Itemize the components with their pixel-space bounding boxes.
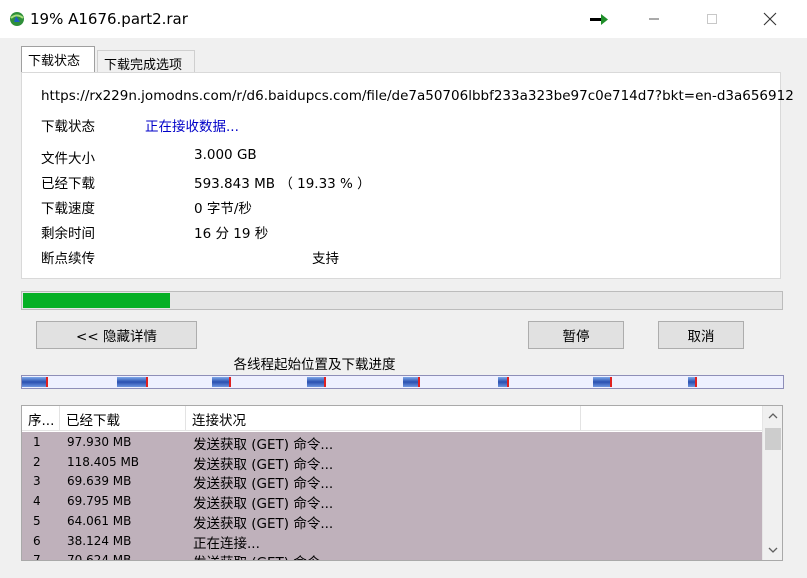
thread-marker-4 <box>324 377 326 387</box>
row-status: 发送获取 (GET) 命令... <box>193 476 334 492</box>
row-number: 7 <box>33 553 41 561</box>
details-panel: https://rx229n.jomodns.com/r/d6.baidupcs… <box>21 72 794 279</box>
download-url: https://rx229n.jomodns.com/r/d6.baidupcs… <box>41 88 794 104</box>
column-header-downloaded[interactable]: 已经下载 <box>60 406 186 431</box>
list-header: 序... 已经下载 连接状况 <box>22 406 762 431</box>
table-row[interactable]: 7 70.624 MB 发送获取 (GET) 命令... <box>22 550 762 561</box>
status-value: 正在接收数据... <box>145 119 239 135</box>
close-icon[interactable] <box>741 0 799 38</box>
column-header-status[interactable]: 连接状况 <box>186 406 581 431</box>
chevron-up-icon[interactable] <box>766 408 780 424</box>
scrollbar-thumb[interactable] <box>765 428 781 450</box>
table-row[interactable]: 4 69.795 MB 发送获取 (GET) 命令... <box>22 491 762 512</box>
file-size-label: 文件大小 <box>41 151 95 167</box>
downloaded-value: 593.843 MB （ 19.33 % ） <box>194 176 371 192</box>
row-downloaded: 70.624 MB <box>67 553 132 561</box>
thread-marker-7 <box>610 377 612 387</box>
tab-completion-options[interactable]: 下载完成选项 <box>97 50 195 73</box>
thread-marker-6 <box>507 377 509 387</box>
thread-marker-8 <box>695 377 697 387</box>
status-label: 下载状态 <box>41 119 95 135</box>
row-downloaded: 69.639 MB <box>67 474 132 488</box>
idm-globe-icon <box>8 10 26 28</box>
thread-marker-3 <box>229 377 231 387</box>
row-status: 发送获取 (GET) 命令... <box>193 496 334 512</box>
tab-download-status[interactable]: 下载状态 <box>21 46 95 72</box>
chevron-down-icon[interactable] <box>766 542 780 558</box>
connections-list[interactable]: 序... 已经下载 连接状况 1 97.930 MB 发送获取 (GET) 命令… <box>21 405 783 561</box>
row-number: 5 <box>33 514 41 528</box>
row-number: 1 <box>33 435 41 449</box>
file-size-value: 3.000 GB <box>194 147 257 163</box>
pause-button[interactable]: 暂停 <box>528 321 624 349</box>
speed-value: 0 字节/秒 <box>194 201 252 217</box>
arrow-icon[interactable] <box>570 0 628 38</box>
thread-progress-bar <box>21 375 784 389</box>
time-left-label: 剩余时间 <box>41 226 95 242</box>
thread-marker-2 <box>146 377 148 387</box>
table-row[interactable]: 2 118.405 MB 发送获取 (GET) 命令... <box>22 452 762 473</box>
resume-value: 支持 <box>312 251 339 267</box>
row-number: 3 <box>33 474 41 488</box>
hide-details-button[interactable]: << 隐藏详情 <box>36 321 197 349</box>
table-row[interactable]: 6 38.124 MB 正在连接... <box>22 531 762 552</box>
window-title: 19% A1676.part2.rar <box>30 10 188 28</box>
thread-segment-3 <box>212 377 230 387</box>
table-row[interactable]: 1 97.930 MB 发送获取 (GET) 命令... <box>22 432 762 453</box>
list-rows: 1 97.930 MB 发送获取 (GET) 命令... 2 118.405 M… <box>22 432 762 561</box>
minimize-icon[interactable] <box>625 0 683 38</box>
thread-marker-5 <box>418 377 420 387</box>
row-number: 6 <box>33 534 41 548</box>
resume-label: 断点续传 <box>41 251 95 267</box>
row-status: 发送获取 (GET) 命令... <box>193 437 334 453</box>
downloaded-label: 已经下载 <box>41 176 95 192</box>
thread-segment-1 <box>22 377 47 387</box>
time-left-value: 16 分 19 秒 <box>194 226 269 242</box>
row-status: 发送获取 (GET) 命令... <box>193 551 333 560</box>
list-scrollbar[interactable] <box>762 406 782 560</box>
row-number: 4 <box>33 494 41 508</box>
thread-segment-5 <box>403 377 419 387</box>
column-header-number[interactable]: 序... <box>22 406 60 431</box>
speed-label: 下载速度 <box>41 201 95 217</box>
cancel-button[interactable]: 取消 <box>658 321 744 349</box>
thread-segment-4 <box>307 377 325 387</box>
row-number: 2 <box>33 455 41 469</box>
row-downloaded: 69.795 MB <box>67 494 132 508</box>
thread-marker-1 <box>46 377 48 387</box>
row-status: 发送获取 (GET) 命令... <box>193 457 334 473</box>
maximize-icon[interactable] <box>683 0 741 38</box>
progress-fill <box>23 293 170 308</box>
table-row[interactable]: 3 69.639 MB 发送获取 (GET) 命令... <box>22 471 762 492</box>
row-downloaded: 118.405 MB <box>67 455 140 469</box>
download-progress-bar <box>21 291 783 310</box>
title-bar: 19% A1676.part2.rar <box>0 0 807 38</box>
thread-segment-7 <box>593 377 611 387</box>
row-downloaded: 38.124 MB <box>67 534 132 548</box>
row-status: 正在连接... <box>193 536 260 552</box>
threads-caption: 各线程起始位置及下载进度 <box>233 357 396 373</box>
thread-segment-2 <box>117 377 147 387</box>
table-row[interactable]: 5 64.061 MB 发送获取 (GET) 命令... <box>22 511 762 532</box>
row-downloaded: 64.061 MB <box>67 514 132 528</box>
row-status: 发送获取 (GET) 命令... <box>193 516 334 532</box>
row-downloaded: 97.930 MB <box>67 435 132 449</box>
